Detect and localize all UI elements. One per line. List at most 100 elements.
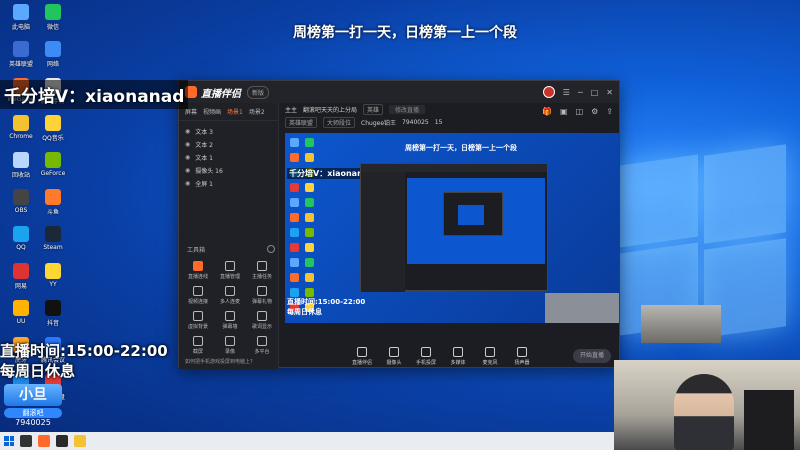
toolbox-item[interactable]: 录像	[215, 336, 245, 355]
tab-video[interactable]: 视频画	[203, 107, 221, 116]
menu-icon[interactable]: ☰	[563, 88, 570, 97]
toolbox-item[interactable]: 直播连线	[183, 261, 213, 280]
version-badge[interactable]: 新版	[247, 85, 270, 99]
taskbar-app-icon[interactable]	[56, 435, 68, 447]
toolbox-item[interactable]: 直播管理	[215, 261, 245, 280]
toolbox-item[interactable]: 歌词显示	[247, 311, 277, 330]
gift-icon[interactable]: 🎁	[542, 107, 552, 116]
desktop-icon[interactable]: 网络	[36, 41, 70, 68]
tool-icon	[193, 286, 203, 296]
desktop-icon[interactable]: 斗鱼	[36, 189, 70, 216]
toolbox-item[interactable]: 多人连麦	[215, 286, 245, 305]
tab-scene-2[interactable]: 场景2	[249, 107, 265, 116]
bottom-tool-icon	[453, 347, 463, 357]
app-shortcut-icon	[13, 189, 29, 205]
toolbox-item[interactable]: 视频连接	[183, 286, 213, 305]
maximize-button[interactable]: □	[591, 88, 599, 97]
desktop-icon[interactable]: Chrome	[4, 115, 38, 140]
stream-preview[interactable]: 周榜第一打一天，日榜第一上一个段 千分培V：xiaonanad 直播时间:15:…	[285, 133, 619, 323]
preview-icon	[290, 153, 299, 162]
close-button[interactable]: ✕	[606, 88, 613, 97]
eye-icon[interactable]: ◉	[185, 154, 190, 161]
box-icon[interactable]: ▣	[560, 107, 568, 116]
desktop-icon-label: 抖音	[46, 320, 59, 327]
source-item[interactable]: ◉ 文本 3	[185, 125, 272, 138]
desktop-icon[interactable]: 微信	[36, 4, 70, 31]
desktop-icon[interactable]: 抖音	[36, 300, 70, 327]
bottom-tool-button[interactable]: 直播伴侣	[349, 347, 375, 366]
bottom-tool-button[interactable]: 麦克风	[477, 347, 503, 366]
start-live-button[interactable]: 开始直播	[573, 349, 611, 363]
tool-label: 多平台	[254, 349, 270, 355]
start-menu-icon[interactable]	[4, 436, 14, 446]
taskbar-app-icon[interactable]	[20, 435, 32, 447]
preview-icon	[290, 273, 299, 282]
desktop-icon[interactable]: UU	[4, 300, 38, 325]
tool-icon	[193, 336, 203, 346]
title-bar[interactable]: 直播伴侣 新版 ☰ ─ □ ✕	[179, 81, 619, 103]
toolbox-item[interactable]: 虚拟背景	[183, 311, 213, 330]
settings-icon[interactable]: ⚙	[591, 107, 598, 116]
toolbox-settings-icon[interactable]	[267, 245, 275, 253]
taskbar-app-icon[interactable]	[74, 435, 86, 447]
eye-icon[interactable]: ◉	[185, 180, 190, 187]
webcam-preview	[641, 305, 721, 343]
source-item[interactable]: ◉ 全屏 1	[185, 177, 272, 190]
source-item[interactable]: ◉ 文本 1	[185, 151, 272, 164]
desktop-icon-label: 回收站	[11, 172, 30, 179]
toolbox-item[interactable]: 截屏	[183, 336, 213, 355]
edit-title-button[interactable]: 修改直播	[389, 105, 426, 114]
bottom-tool-icon	[389, 347, 399, 357]
live-companion-window[interactable]: 直播伴侣 新版 ☰ ─ □ ✕ 屏幕 视频画 场景1 场景2 ◉ 文本 3 ◉ 文本…	[178, 80, 721, 369]
tab-scene-1[interactable]: 场景1	[227, 107, 243, 116]
desktop-icon[interactable]: OBS	[4, 189, 38, 214]
desktop-icon[interactable]: GeForce	[36, 152, 70, 177]
bottom-tool-button[interactable]: 扬声器	[509, 347, 535, 366]
app-shortcut-icon	[13, 226, 29, 242]
preview-icon	[290, 183, 299, 192]
toolbox-item[interactable]: 弹幕礼物	[247, 286, 277, 305]
bottom-tool-label: 手机投屏	[415, 360, 436, 366]
desktop-icon[interactable]: 此电脑	[4, 4, 38, 31]
preview-icon	[305, 258, 314, 267]
desktop-icon-label: 微信	[46, 24, 59, 31]
preview-icon	[290, 288, 299, 297]
category-tag[interactable]: 英雄	[363, 104, 384, 115]
share-icon[interactable]: ⇪	[606, 107, 613, 116]
bag-icon[interactable]: ◫	[576, 107, 584, 116]
room-badge: 小旦 翻滚吧 7940025	[4, 384, 62, 428]
toolbox-item[interactable]: 弹幕墙	[215, 311, 245, 330]
bottom-tool-button[interactable]: 摄像头	[381, 347, 407, 366]
eye-icon[interactable]: ◉	[185, 128, 190, 135]
eye-icon[interactable]: ◉	[185, 141, 190, 148]
desktop-icon[interactable]: QQ音乐	[36, 115, 70, 142]
preview-icon	[305, 138, 314, 147]
app-shortcut-icon	[13, 300, 29, 316]
eye-icon[interactable]: ◉	[185, 167, 190, 174]
desktop-icon-label: 网易	[14, 283, 27, 290]
bottom-tool-label: 扬声器	[514, 360, 530, 366]
bottom-tool-label: 麦克风	[482, 360, 498, 366]
app-shortcut-icon	[13, 115, 29, 131]
desktop-icon[interactable]: Steam	[36, 226, 70, 251]
desktop-icon[interactable]: QQ	[4, 226, 38, 251]
desktop-icon[interactable]: 网易	[4, 263, 38, 290]
room-logo: 小旦	[4, 384, 62, 406]
source-item[interactable]: ◉ 文本 2	[185, 138, 272, 151]
toolbox-item[interactable]: 主播任务	[247, 261, 277, 280]
bottom-toolbar: 直播伴侣 摄像头 手机投屏 多媒体 麦克风 扬声器	[349, 347, 535, 366]
user-avatar[interactable]	[542, 86, 555, 98]
bottom-tool-button[interactable]: 多媒体	[445, 347, 471, 366]
preview-icon	[290, 213, 299, 222]
bottom-tool-button[interactable]: 手机投屏	[413, 347, 439, 366]
toolbox-item[interactable]: 多平台	[247, 336, 277, 355]
desktop-icon[interactable]: 英雄联盟	[4, 41, 38, 68]
desktop-icon[interactable]: YY	[36, 263, 70, 288]
taskbar-app-icon[interactable]	[38, 435, 50, 447]
help-link[interactable]: 如何把手机游戏投屏到电脑上?	[185, 358, 253, 365]
desktop-icon[interactable]: 回收站	[4, 152, 38, 179]
source-item[interactable]: ◉ 摄像头 16	[185, 164, 272, 177]
minimize-button[interactable]: ─	[578, 88, 583, 97]
desktop-icon-label: 网络	[46, 61, 59, 68]
stream-title: 翻滚吧天天的上分局	[303, 107, 358, 114]
